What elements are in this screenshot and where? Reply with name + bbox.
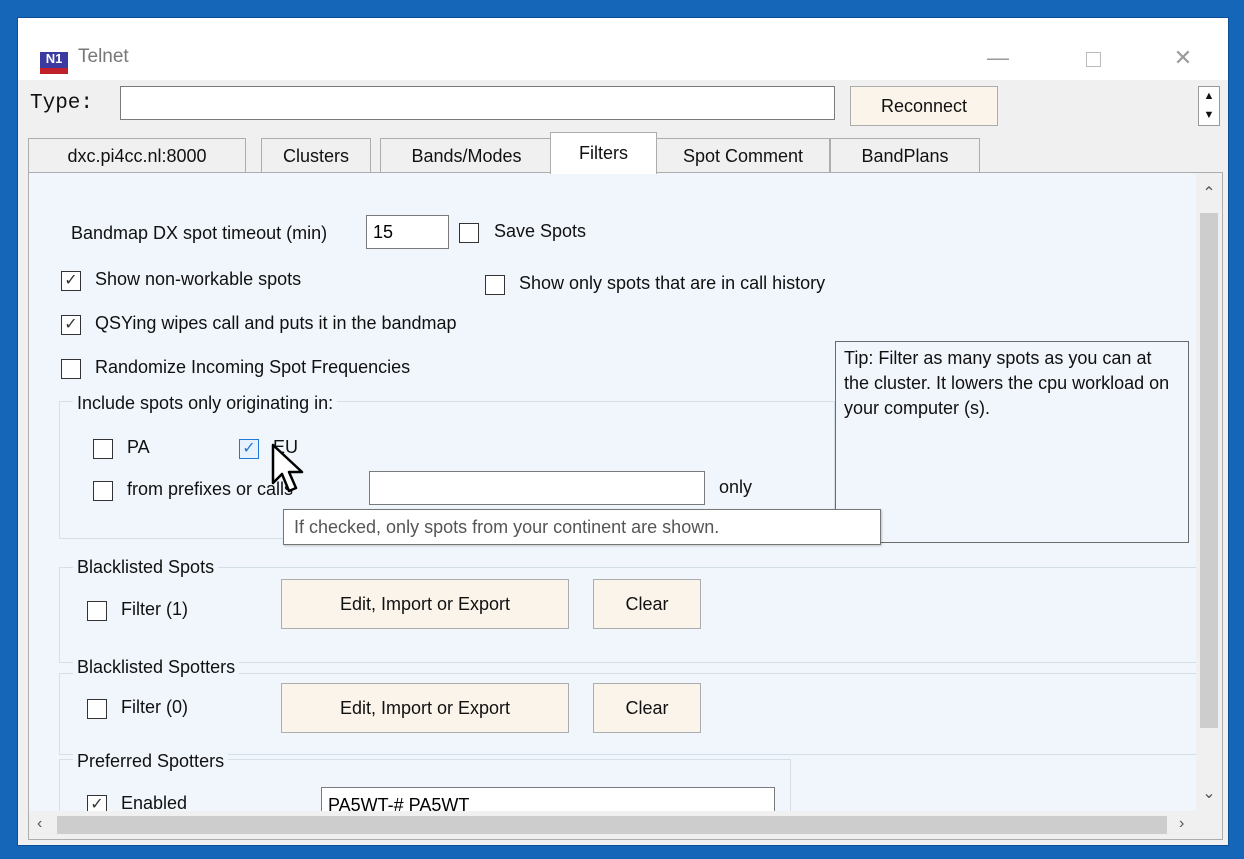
preferred-spotters-title: Preferred Spotters	[73, 751, 229, 772]
timeout-label: Bandmap DX spot timeout (min)	[71, 223, 328, 243]
show-nonworkable-checkbox[interactable]: ✓	[61, 271, 81, 291]
tab-strip: dxc.pi4cc.nl:8000 Clusters Bands/Modes F…	[28, 132, 1223, 174]
spin-up-icon[interactable]: ▲	[1199, 87, 1219, 106]
tab-dxc[interactable]: dxc.pi4cc.nl:8000	[28, 138, 246, 172]
save-spots-checkbox[interactable]	[459, 223, 479, 243]
tab-bandplans[interactable]: BandPlans	[830, 138, 980, 172]
maximize-button[interactable]	[1068, 40, 1118, 76]
origin-pa-label: PA	[127, 437, 150, 457]
qsy-wipes-checkbox[interactable]: ✓	[61, 315, 81, 335]
timeout-input[interactable]	[366, 215, 449, 249]
blacklisted-spotters-title: Blacklisted Spotters	[73, 657, 240, 678]
origin-only-label: only	[719, 477, 753, 497]
origin-group-title: Include spots only originating in:	[73, 393, 338, 414]
eu-tooltip: If checked, only spots from your contine…	[283, 509, 881, 545]
origin-prefixes-label: from prefixes or calls	[127, 479, 294, 499]
spin-down-icon[interactable]: ▼	[1199, 106, 1219, 125]
scroll-right-icon[interactable]: ›	[1179, 815, 1184, 833]
show-nonworkable-label: Show non-workable spots	[95, 269, 302, 289]
blacklisted-spotters-filter-label: Filter (0)	[121, 697, 188, 717]
origin-prefixes-input[interactable]	[369, 471, 705, 505]
blacklisted-spots-clear-button[interactable]: Clear	[593, 579, 701, 629]
vertical-scroll-thumb[interactable]	[1200, 213, 1218, 728]
tab-filters[interactable]: Filters	[550, 132, 657, 174]
minimize-button[interactable]: —	[973, 40, 1023, 76]
reconnect-button[interactable]: Reconnect	[850, 86, 998, 126]
type-input[interactable]	[120, 86, 835, 120]
show-history-checkbox[interactable]	[485, 275, 505, 295]
tab-spot-comment[interactable]: Spot Comment	[656, 138, 830, 172]
type-label: Type:	[30, 92, 94, 115]
blacklisted-spots-edit-button[interactable]: Edit, Import or Export	[281, 579, 569, 629]
telnet-window: N1 Telnet — ✕ Type: Reconnect ▲ ▼ dxc.pi…	[18, 18, 1228, 845]
randomize-label: Randomize Incoming Spot Frequencies	[95, 357, 411, 377]
blacklisted-spotters-clear-button[interactable]: Clear	[593, 683, 701, 733]
origin-prefixes-checkbox[interactable]	[93, 481, 113, 501]
origin-eu-checkbox[interactable]: ✓	[239, 439, 259, 459]
tip-box: Tip: Filter as many spots as you can at …	[835, 341, 1189, 543]
scroll-down-icon[interactable]: ⌄	[1196, 783, 1222, 803]
tab-bands-modes[interactable]: Bands/Modes	[380, 138, 553, 172]
blacklisted-spotters-checkbox[interactable]	[87, 699, 107, 719]
save-spots-label: Save Spots	[494, 221, 587, 241]
close-button[interactable]: ✕	[1158, 40, 1208, 76]
type-bar: Type: Reconnect ▲ ▼	[28, 84, 1223, 128]
mouse-cursor-icon	[271, 443, 304, 493]
window-title: Telnet	[78, 46, 129, 67]
show-history-label: Show only spots that are in call history	[519, 273, 826, 293]
font-size-spinner[interactable]: ▲ ▼	[1198, 86, 1220, 126]
maximize-icon	[1085, 51, 1101, 67]
blacklisted-spots-title: Blacklisted Spots	[73, 557, 219, 578]
randomize-checkbox[interactable]	[61, 359, 81, 379]
blacklisted-spots-checkbox[interactable]	[87, 601, 107, 621]
qsy-wipes-label: QSYing wipes call and puts it in the ban…	[95, 313, 457, 333]
origin-pa-checkbox[interactable]	[93, 439, 113, 459]
title-bar: N1 Telnet — ✕	[18, 18, 1228, 80]
blacklisted-spotters-edit-button[interactable]: Edit, Import or Export	[281, 683, 569, 733]
scroll-left-icon[interactable]: ‹	[37, 815, 42, 833]
n1mm-logo-icon: N1	[40, 52, 68, 74]
tab-clusters[interactable]: Clusters	[261, 138, 371, 172]
horizontal-scrollbar[interactable]: ‹ ›	[29, 811, 1222, 839]
blacklisted-spots-filter-label: Filter (1)	[121, 599, 188, 619]
horizontal-scroll-thumb[interactable]	[57, 816, 1167, 834]
vertical-scrollbar[interactable]: ⌃ ⌄	[1196, 173, 1222, 813]
scroll-up-icon[interactable]: ⌃	[1196, 183, 1222, 203]
filters-panel: Bandmap DX spot timeout (min) Save Spots…	[28, 172, 1223, 840]
